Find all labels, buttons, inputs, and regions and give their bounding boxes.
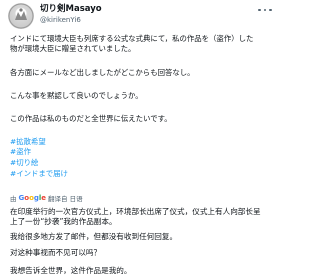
hashtag-link[interactable]: #切り絵 [10,158,38,168]
hashtag-link[interactable]: #盗作 [10,147,31,157]
translation-line: 我给很多地方发了邮件，但都没有收到任何回复。 [10,232,178,241]
post-card: 切り剣Masayo @kirikenYi6 インドにて環境大臣も列席する公式な式… [0,0,280,280]
post-text-line: 物が環境大臣に贈呈されていました。 [10,44,136,53]
post-text-line: この作品は私のものだと全世界に伝えたいです。 [10,114,172,123]
author-names[interactable]: 切り剣Masayo @kirikenYi6 [40,4,102,25]
avatar[interactable] [8,3,34,29]
translation-line: 对这种事视而不见可以吗？ [10,248,102,257]
papercut-avatar-icon [8,3,34,29]
post-header: 切り剣Masayo @kirikenYi6 [8,3,272,29]
translation-line: 在印度举行的一次官方仪式上，环境部长出席了仪式，仪式上有人向部长呈 [10,207,261,216]
user-handle[interactable]: @kirikenYi6 [40,15,102,25]
post-text-line: こんな事を黙認して良いのでしょうか。 [10,91,143,100]
translation-attribution: 由 Google 翻译自 日语 [10,193,83,203]
translation-line: 我想告诉全世界，这件作品是我的。 [10,266,132,275]
hashtag-link[interactable]: #拡散希望 [10,137,46,147]
post-text-line: インドにて環境大臣も列席する公式な式典にて，私の作品を（盗作）した [10,34,254,43]
hashtag-link[interactable]: #インドまで届け [10,169,68,179]
more-options-icon[interactable] [258,6,272,14]
google-logo: Google [18,194,47,202]
translation-line: 上了一份“抄袭”我的作品副本。 [10,217,117,226]
display-name[interactable]: 切り剣Masayo [40,4,102,15]
post-text-line: 各方面にメールなど出しましたがどこからも回答なし。 [10,68,195,77]
translated-from-label: 翻译自 日语 [48,195,83,203]
translated-by-label: 由 [10,195,17,203]
